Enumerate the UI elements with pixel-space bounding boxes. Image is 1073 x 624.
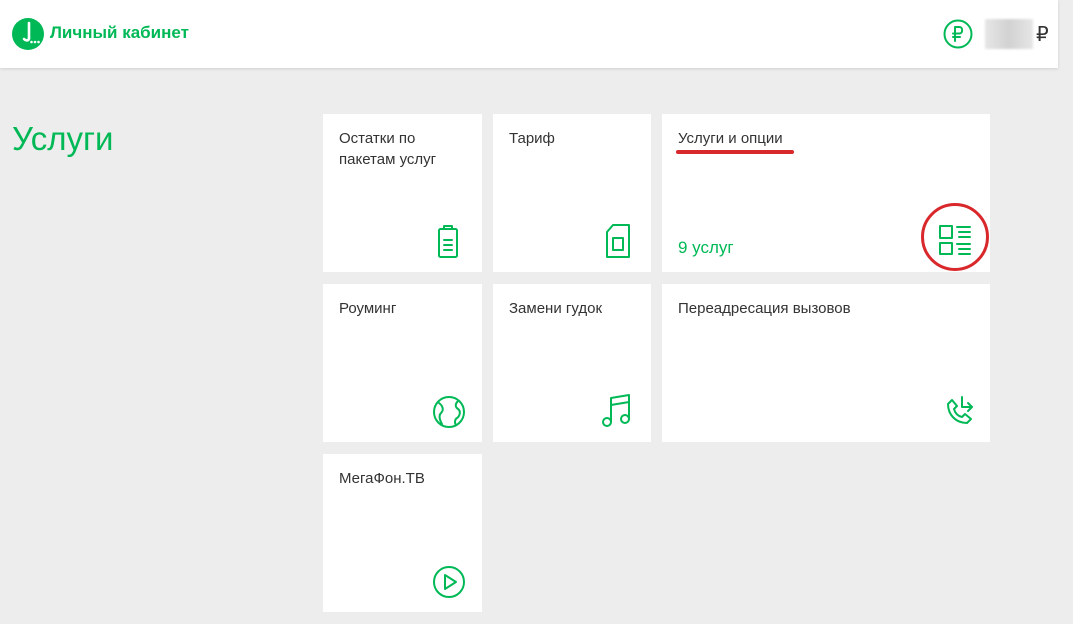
megafon-logo-icon[interactable]: [12, 18, 44, 50]
tile-roaming[interactable]: Роуминг: [323, 284, 482, 442]
tile-replace-ringback[interactable]: Замени гудок: [493, 284, 651, 442]
services-count: 9 услуг: [678, 238, 734, 257]
tile-call-forwarding[interactable]: Переадресация вызовов: [662, 284, 990, 442]
balance-amount-obscured: [985, 19, 1033, 49]
globe-icon: [433, 396, 465, 428]
battery-icon: [438, 225, 458, 258]
call-forward-icon: [947, 396, 973, 424]
page-title: Услуги: [12, 120, 114, 157]
tile-package-balances[interactable]: Остатки по пакетам услуг: [323, 114, 482, 272]
top-header: Личный кабинет ₽: [0, 0, 1058, 68]
red-underline-annotation: [676, 150, 794, 154]
currency-symbol: ₽: [1036, 24, 1049, 46]
tile-label: Услуги и опции: [678, 130, 783, 147]
tile-label: Тариф: [509, 130, 555, 147]
red-circle-annotation: [921, 203, 989, 271]
tile-tariff[interactable]: Тариф: [493, 114, 651, 272]
brand-title[interactable]: Личный кабинет: [50, 23, 189, 43]
ruble-balance-icon[interactable]: [943, 19, 973, 49]
tile-label: МегаФон.ТВ: [339, 470, 425, 487]
tile-label: Роуминг: [339, 300, 397, 317]
tile-label: Остатки по пакетам услуг: [339, 130, 437, 168]
tile-megafon-tv[interactable]: МегаФон.ТВ: [323, 454, 482, 612]
play-icon: [433, 566, 465, 598]
music-note-icon: [602, 394, 630, 427]
sim-card-icon: [606, 224, 630, 258]
tile-label: Замени гудок: [509, 300, 603, 317]
tile-label: Переадресация вызовов: [678, 300, 851, 317]
